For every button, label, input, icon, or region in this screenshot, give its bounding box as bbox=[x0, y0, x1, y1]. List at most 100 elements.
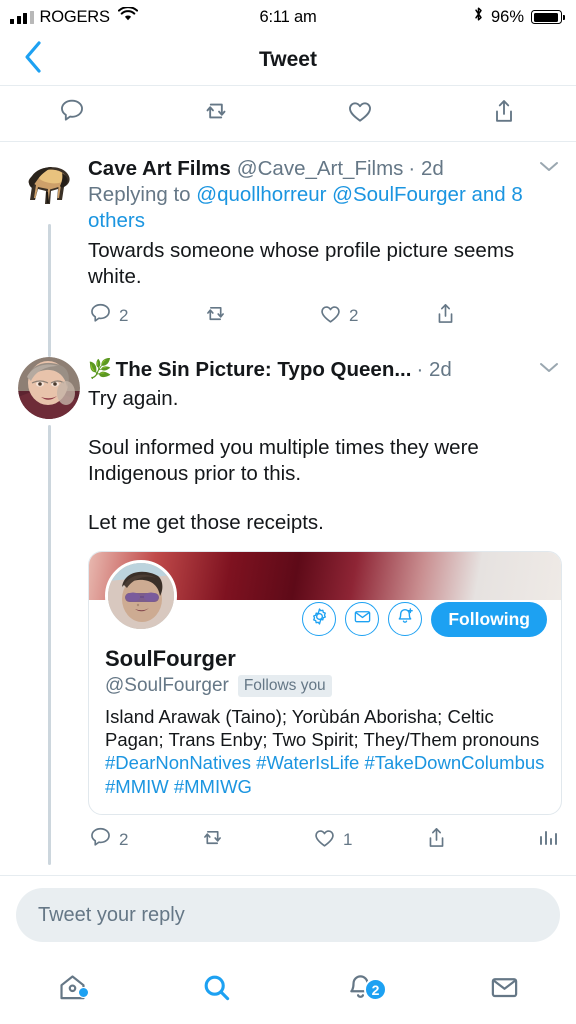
page-title: Tweet bbox=[259, 47, 317, 71]
quoted-profile-card[interactable]: Following SoulFourger @SoulFourger Follo… bbox=[88, 550, 562, 816]
status-bar-right: 96% bbox=[473, 6, 565, 28]
profile-bio-hashtags[interactable]: #DearNonNatives #WaterIsLife #TakeDownCo… bbox=[105, 752, 544, 796]
navigation-bar: Tweet bbox=[0, 34, 576, 86]
tweet-body: 🌿 The Sin Picture: Typo Queen... · 2d Tr… bbox=[84, 357, 562, 868]
avatar-column bbox=[18, 356, 84, 868]
battery-icon bbox=[531, 10, 565, 24]
analytics-bars-icon bbox=[536, 826, 560, 855]
share-button[interactable] bbox=[432, 97, 576, 130]
like-icon bbox=[318, 301, 343, 331]
tweet-text-paragraph1: Soul informed you multiple times they we… bbox=[88, 435, 479, 486]
profile-card-name: SoulFourger bbox=[105, 645, 236, 671]
tweet-like-action[interactable]: 1 bbox=[312, 825, 424, 855]
search-icon bbox=[201, 972, 232, 1008]
tab-notifications[interactable]: 2 bbox=[288, 972, 432, 1008]
tweet-item[interactable]: Cave Art Films @Cave_Art_Films · 2d Repl… bbox=[0, 142, 576, 357]
replying-to-line: Replying to @quollhorreur @SoulFourger a… bbox=[88, 182, 562, 234]
battery-percent-label: 96% bbox=[490, 7, 524, 26]
profile-bio-text: Island Arawak (Taino); Yorùbán Aborisha;… bbox=[105, 705, 540, 750]
tweet-share-action[interactable] bbox=[424, 825, 536, 855]
tweet-retweet-action[interactable] bbox=[200, 825, 312, 855]
share-icon bbox=[490, 97, 518, 130]
tweet-header: 🌿 The Sin Picture: Typo Queen... · 2d bbox=[88, 357, 562, 382]
cave-art-avatar[interactable] bbox=[18, 156, 80, 218]
tweet-analytics-action[interactable] bbox=[536, 826, 562, 855]
tweet-engagement-bar: 2 bbox=[88, 301, 562, 343]
soulfourger-avatar[interactable] bbox=[105, 559, 177, 632]
tweet-like-action[interactable]: 2 bbox=[318, 301, 433, 331]
profile-card-bio: Island Arawak (Taino); Yorùbán Aborisha;… bbox=[89, 697, 561, 815]
gear-icon bbox=[310, 607, 329, 631]
tweet-header: Cave Art Films @Cave_Art_Films · 2d bbox=[88, 156, 562, 181]
like-icon bbox=[312, 825, 337, 855]
bell-plus-icon bbox=[395, 607, 415, 632]
tweet-reply-action[interactable]: 2 bbox=[88, 825, 200, 855]
tweet-overflow-button[interactable] bbox=[528, 156, 562, 181]
reply-input[interactable]: Tweet your reply bbox=[16, 888, 560, 942]
home-unread-dot bbox=[78, 987, 89, 998]
envelope-icon bbox=[353, 607, 372, 631]
tweet-text: Try again. Soul informed you multiple ti… bbox=[88, 386, 562, 537]
bottom-tab-bar: 2 bbox=[0, 956, 576, 1024]
retweet-icon bbox=[203, 301, 228, 331]
notifications-badge: 2 bbox=[364, 978, 387, 1001]
tweet-thread: Cave Art Films @Cave_Art_Films · 2d Repl… bbox=[0, 142, 576, 868]
profile-card-handle: @SoulFourger bbox=[105, 674, 229, 696]
tweet-share-action[interactable] bbox=[433, 301, 458, 331]
tweet-overflow-button[interactable] bbox=[528, 357, 562, 382]
avatar-column bbox=[18, 156, 84, 357]
tweet-action-bar bbox=[0, 86, 576, 142]
tab-messages[interactable] bbox=[432, 972, 576, 1008]
tweet-reply-action[interactable]: 2 bbox=[88, 301, 203, 331]
like-icon bbox=[346, 97, 374, 130]
reply-composer-container: Tweet your reply bbox=[0, 875, 576, 956]
chevron-left-icon bbox=[22, 40, 44, 79]
profile-card-buttons: Following bbox=[302, 601, 547, 637]
reply-icon bbox=[88, 301, 113, 331]
retweet-icon bbox=[200, 825, 225, 855]
status-bar: ROGERS 6:11 am 96% bbox=[0, 0, 576, 34]
reply-icon bbox=[88, 825, 113, 855]
chevron-down-icon bbox=[536, 157, 562, 180]
profile-message-button[interactable] bbox=[345, 602, 380, 636]
share-icon bbox=[424, 825, 449, 855]
tweet-author-name[interactable]: Cave Art Films bbox=[88, 156, 231, 181]
tweet-timestamp: · 2d bbox=[408, 157, 444, 180]
reply-count: 2 bbox=[119, 830, 129, 850]
status-bar-left: ROGERS bbox=[10, 6, 138, 27]
typo-queen-avatar[interactable] bbox=[18, 356, 80, 419]
cellular-signal-icon bbox=[10, 10, 34, 24]
like-button[interactable] bbox=[288, 97, 432, 130]
replying-to-mentions[interactable]: @quollhorreur @SoulFourger bbox=[196, 183, 466, 206]
tweet-engagement-bar: 2 bbox=[88, 825, 562, 867]
tweet-text-paragraph: Towards someone whose profile picture se… bbox=[88, 238, 515, 289]
tweet-author-handle[interactable]: @Cave_Art_Films bbox=[237, 156, 404, 181]
following-button[interactable]: Following bbox=[431, 601, 547, 637]
reply-count: 2 bbox=[119, 305, 129, 325]
tweet-text-paragraph2: Let me get those receipts. bbox=[88, 510, 324, 534]
tweet-text: Towards someone whose profile picture se… bbox=[88, 238, 562, 291]
thread-connector-line bbox=[48, 424, 51, 866]
reply-button[interactable] bbox=[0, 97, 144, 130]
carrier-label: ROGERS bbox=[39, 7, 111, 26]
tweet-retweet-action[interactable] bbox=[203, 301, 318, 331]
profile-settings-button[interactable] bbox=[302, 602, 337, 636]
tweet-item[interactable]: 🌿 The Sin Picture: Typo Queen... · 2d Tr… bbox=[0, 343, 576, 868]
tweet-text-line1: Try again. bbox=[88, 386, 179, 410]
tweet-body: Cave Art Films @Cave_Art_Films · 2d Repl… bbox=[84, 156, 562, 343]
back-button[interactable] bbox=[0, 40, 66, 79]
profile-card-handle-row: @SoulFourger Follows you bbox=[89, 674, 561, 697]
reply-icon bbox=[58, 97, 86, 130]
like-count: 1 bbox=[343, 830, 353, 850]
tab-search[interactable] bbox=[144, 972, 288, 1008]
wifi-icon bbox=[117, 6, 138, 27]
envelope-icon bbox=[489, 972, 520, 1008]
herb-emoji-icon: 🌿 bbox=[88, 358, 112, 380]
follows-you-badge: Follows you bbox=[237, 674, 332, 697]
tab-home[interactable] bbox=[0, 972, 144, 1008]
retweet-button[interactable] bbox=[144, 97, 288, 130]
tweet-author-name[interactable]: The Sin Picture: Typo Queen... bbox=[116, 357, 412, 382]
profile-card-top: Following bbox=[89, 559, 561, 644]
profile-notify-button[interactable] bbox=[388, 602, 423, 636]
chevron-down-icon bbox=[536, 358, 562, 381]
